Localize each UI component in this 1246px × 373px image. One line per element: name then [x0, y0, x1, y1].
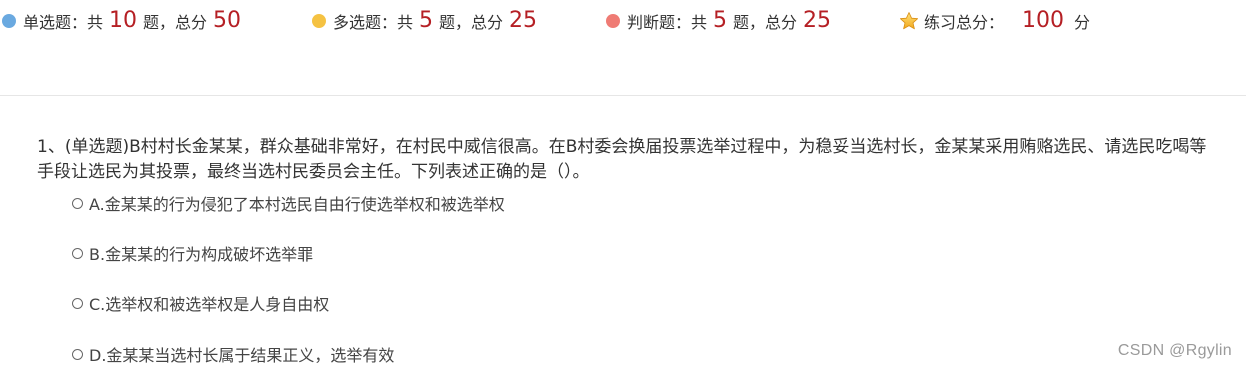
radio-icon[interactable]	[72, 247, 83, 259]
option-d[interactable]: D.金某某当选村长属于结果正义，选举有效	[72, 343, 394, 365]
judgement-label: 判断题：共	[627, 13, 708, 32]
blue-dot-icon	[2, 14, 16, 28]
single-choice-label: 单选题：共	[23, 13, 104, 32]
red-dot-icon	[606, 14, 620, 28]
option-b-label: B.金某某的行为构成破坏选举罪	[89, 245, 314, 264]
radio-icon[interactable]	[72, 197, 83, 209]
option-a[interactable]: A.金某某的行为侵犯了本村选民自由行使选举权和被选举权	[72, 192, 505, 214]
multi-choice-summary: 多选题：共 5 题，总分 25	[312, 4, 543, 38]
total-score-unit: 分	[1074, 13, 1091, 32]
section-divider	[0, 95, 1246, 96]
single-choice-summary: 单选题：共 10 题，总分 50	[2, 4, 247, 38]
total-score-summary: 练习总分： 100 分	[899, 4, 1090, 38]
single-choice-count: 10	[109, 8, 138, 33]
judgement-mid-text: 题，总分	[733, 13, 798, 32]
option-c[interactable]: C.选举权和被选举权是人身自由权	[72, 292, 329, 314]
score-summary-bar: 单选题：共 10 题，总分 50 多选题：共 5 题，总分 25 判断题：共 5…	[0, 0, 1246, 42]
option-c-label: C.选举权和被选举权是人身自由权	[89, 295, 330, 314]
question-text: 1、(单选题)B村村长金某某，群众基础非常好，在村民中威信很高。在B村委会换届投…	[37, 137, 1207, 182]
option-b[interactable]: B.金某某的行为构成破坏选举罪	[72, 242, 313, 264]
radio-icon[interactable]	[72, 297, 83, 309]
yellow-dot-icon	[312, 14, 326, 28]
multi-choice-mid-text: 题，总分	[439, 13, 504, 32]
judgement-score: 25	[803, 8, 832, 33]
judgement-summary: 判断题：共 5 题，总分 25	[606, 4, 837, 38]
watermark: CSDN @Rgylin	[1117, 342, 1232, 359]
total-score-label: 练习总分：	[924, 13, 1005, 32]
star-icon	[899, 11, 919, 31]
multi-choice-score: 25	[509, 8, 538, 33]
multi-choice-count: 5	[419, 8, 434, 33]
option-a-label: A.金某某的行为侵犯了本村选民自由行使选举权和被选举权	[89, 195, 505, 214]
single-choice-mid-text: 题，总分	[143, 13, 208, 32]
option-d-label: D.金某某当选村长属于结果正义，选举有效	[89, 346, 395, 365]
single-choice-score: 50	[213, 8, 242, 33]
judgement-count: 5	[713, 8, 728, 33]
total-score-value: 100	[1022, 8, 1065, 33]
radio-icon[interactable]	[72, 348, 83, 360]
multi-choice-label: 多选题：共	[333, 13, 414, 32]
